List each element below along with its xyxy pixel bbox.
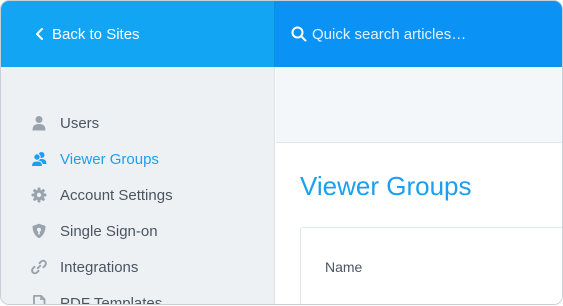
sidebar-item-label: Single Sign-on <box>60 222 158 240</box>
main-content: Viewer Groups Name <box>276 67 562 304</box>
search-bar <box>275 1 562 67</box>
sidebar-item-label: Account Settings <box>60 186 173 204</box>
column-header-name[interactable]: Name <box>325 259 362 275</box>
sidebar: Users Viewer Groups Account Settings Sin… <box>1 67 275 304</box>
chevron-left-icon <box>36 28 43 40</box>
viewer-groups-table: Name <box>300 227 562 304</box>
page-title: Viewer Groups <box>300 171 472 201</box>
sidebar-item-label: PDF Templates <box>60 294 163 305</box>
search-icon <box>291 26 307 42</box>
back-to-sites-label: Back to Sites <box>52 25 140 43</box>
link-icon <box>31 259 47 275</box>
sidebar-item-single-sign-on[interactable]: Single Sign-on <box>1 213 274 249</box>
sidebar-item-account-settings[interactable]: Account Settings <box>1 177 274 213</box>
shield-icon <box>31 223 47 239</box>
sidebar-item-users[interactable]: Users <box>1 105 274 141</box>
sub-header-bar <box>276 67 562 143</box>
search-input[interactable] <box>312 25 542 43</box>
app-window: Back to Sites Users Viewer Groups <box>1 1 562 304</box>
sidebar-item-label: Viewer Groups <box>60 150 159 168</box>
document-icon <box>31 295 47 304</box>
sidebar-item-pdf-templates[interactable]: PDF Templates <box>1 285 274 304</box>
sidebar-item-label: Users <box>60 114 100 132</box>
back-to-sites-button[interactable]: Back to Sites <box>1 1 275 67</box>
viewer-groups-icon <box>31 151 47 167</box>
user-icon <box>31 115 47 131</box>
sidebar-item-viewer-groups[interactable]: Viewer Groups <box>1 141 274 177</box>
sidebar-item-label: Integrations <box>60 258 139 276</box>
gear-icon <box>31 187 47 203</box>
top-bar: Back to Sites <box>1 1 562 67</box>
sidebar-item-integrations[interactable]: Integrations <box>1 249 274 285</box>
